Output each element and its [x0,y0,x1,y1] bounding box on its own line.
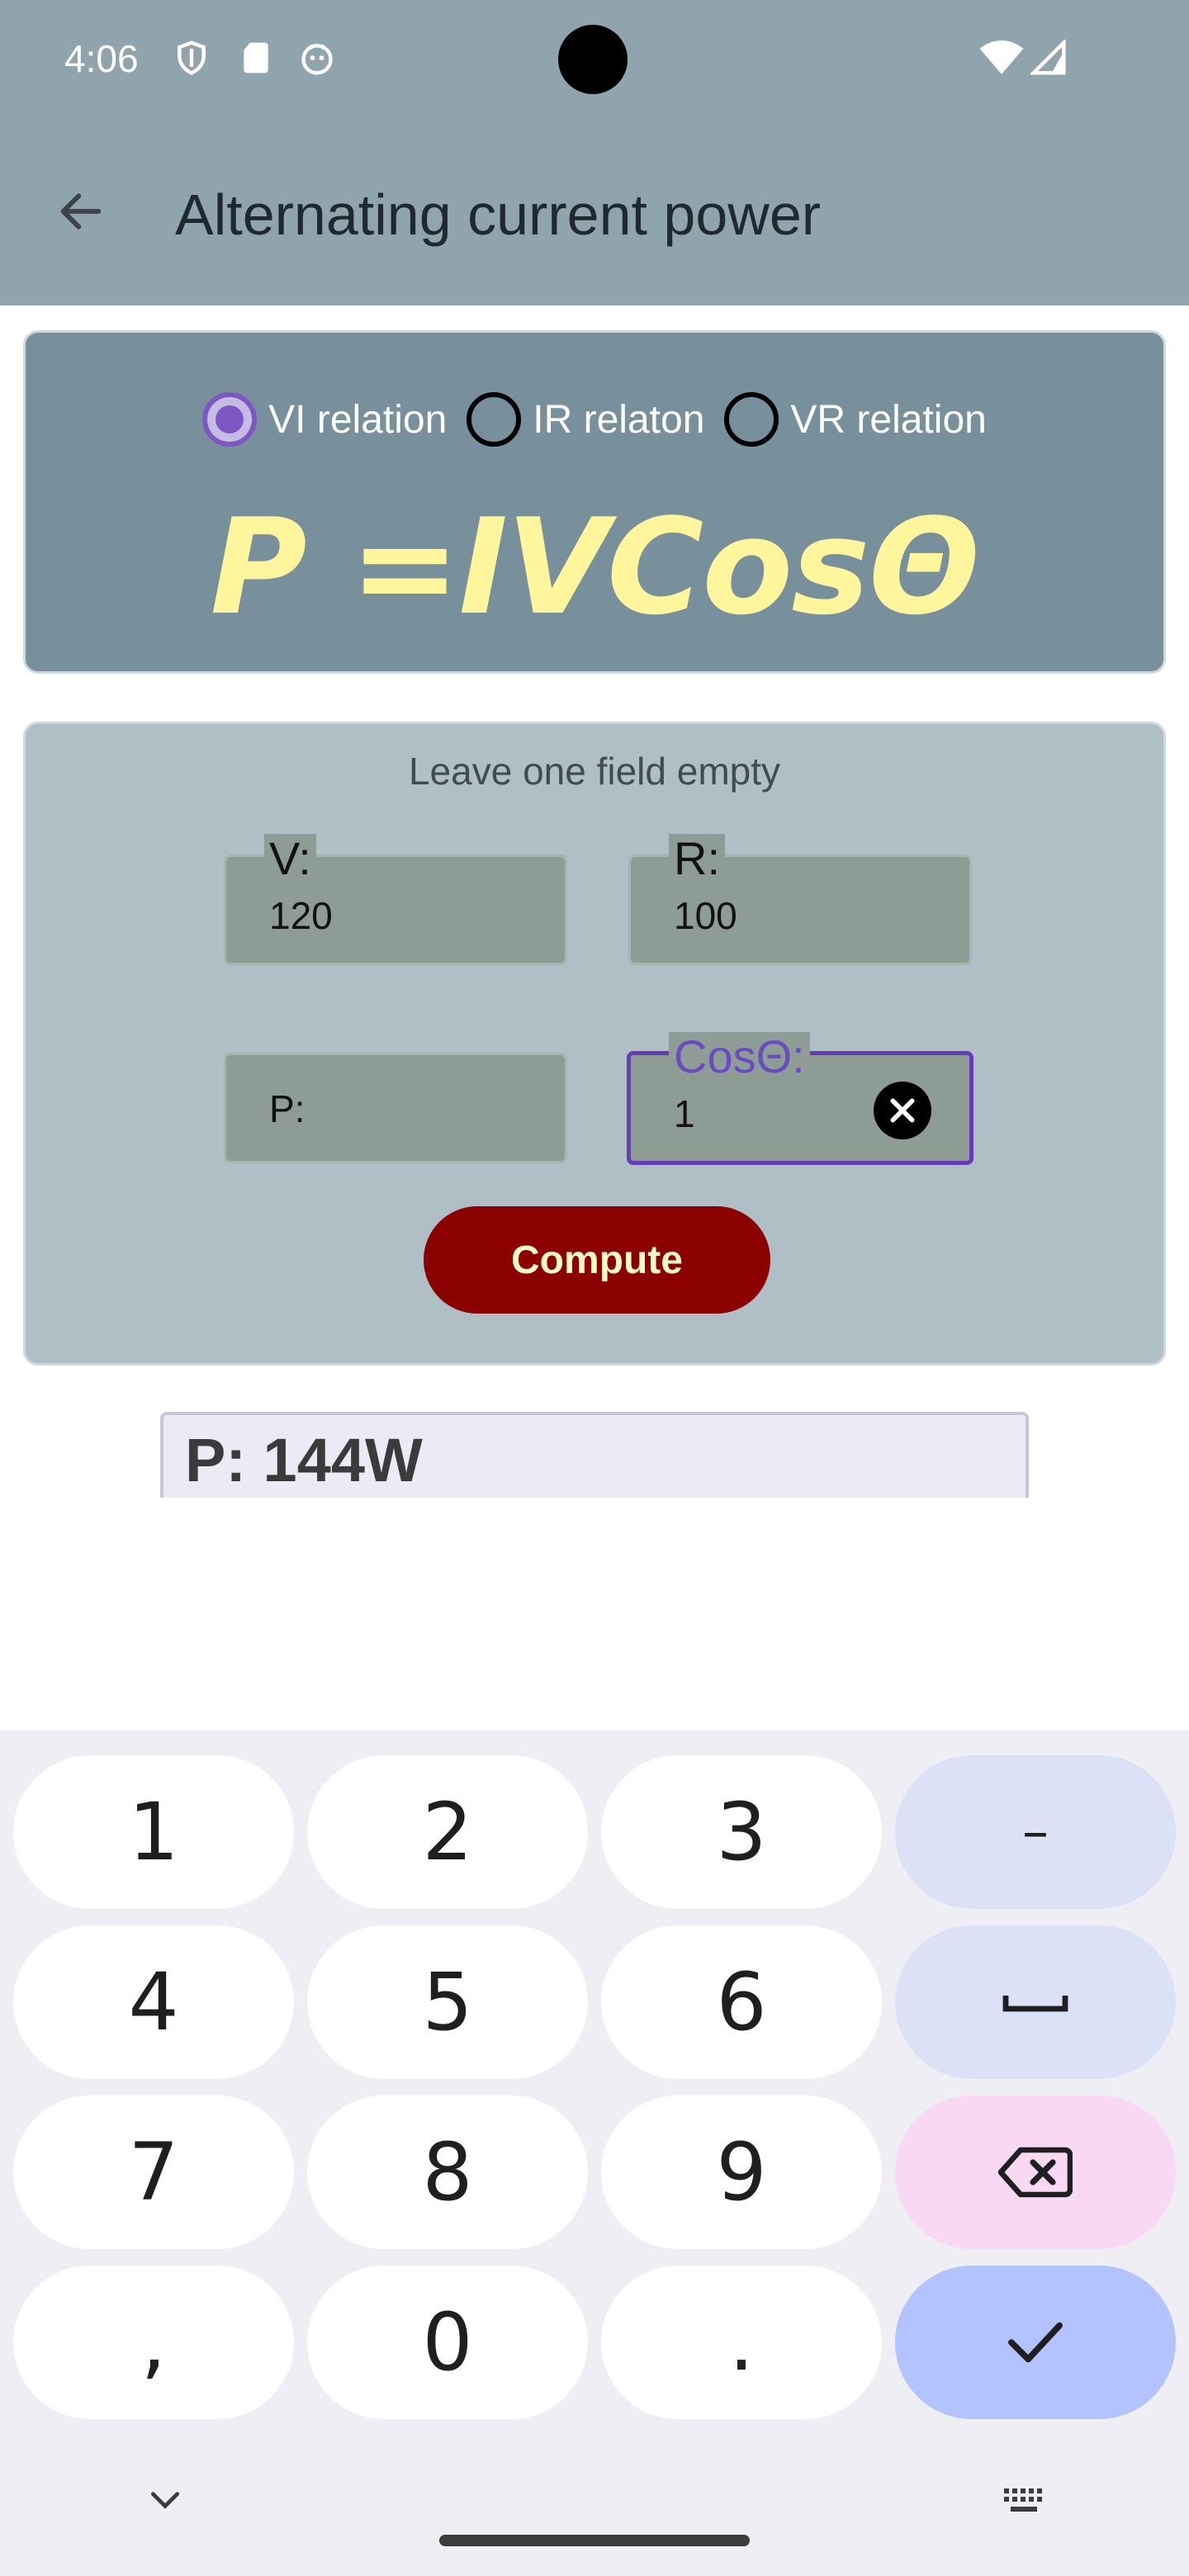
check-icon [1008,2322,1063,2363]
status-time: 4:06 [64,37,139,80]
backspace-icon [998,2147,1073,2198]
cos-theta-value: 1 [674,1092,695,1135]
radio-unselected-icon [467,392,522,447]
input-card: Leave one field empty V: 120 R: 100 P: C… [23,722,1166,1366]
relation-radio-group: VI relation IR relaton VR relation [26,392,1163,447]
page-title: Alternating current power [175,182,822,247]
back-button[interactable] [45,175,117,248]
compute-button[interactable]: Compute [424,1206,770,1314]
formula-display: P =IVCosΘ [210,490,981,644]
space-bar-icon [1002,1996,1068,2012]
key-backspace[interactable] [895,2095,1176,2249]
power-label: P: [269,1087,306,1130]
resistance-value: 100 [674,894,737,937]
voltage-field[interactable]: V: 120 [224,834,567,965]
close-icon [890,1098,915,1123]
key-8[interactable]: 8 [307,2095,588,2249]
shield-icon [173,40,210,76]
key-comma[interactable]: , [13,2266,294,2419]
radio-ir-relation[interactable]: IR relaton [467,392,704,447]
result-display: P: 144W [160,1412,1029,1498]
cos-theta-label: CosΘ: [669,1032,810,1082]
key-space[interactable] [895,1925,1176,2079]
resistance-field[interactable]: R: 100 [628,834,972,965]
voltage-label: V: [264,834,316,883]
key-1[interactable]: 1 [13,1755,294,1909]
radio-label: IR relaton [533,397,705,442]
power-field[interactable]: P: [224,1053,567,1163]
signal-icon [1029,38,1067,76]
camera-cutout [558,25,628,94]
key-9[interactable]: 9 [601,2095,882,2249]
formula-card: VI relation IR relaton VR relation P =IV… [23,330,1166,674]
sd-card-icon [238,40,274,76]
arrow-left-icon [60,193,102,230]
app-bar: 4:06 Alternating current power [0,0,1189,305]
key-2[interactable]: 2 [307,1755,588,1909]
radio-label: VR relation [790,397,987,442]
radio-selected-icon [202,392,258,447]
switch-keyboard-button[interactable] [999,2475,1049,2525]
radio-vi-relation[interactable]: VI relation [202,392,447,447]
key-7[interactable]: 7 [13,2095,294,2249]
instruction-text: Leave one field empty [408,750,781,793]
clear-field-button[interactable] [874,1082,931,1139]
keyboard-icon [1004,2488,1042,2512]
radio-label: VI relation [268,397,448,442]
key-5[interactable]: 5 [307,1925,588,2079]
robot-icon [299,40,335,76]
radio-vr-relation[interactable]: VR relation [724,392,987,447]
key-done[interactable] [895,2266,1176,2419]
home-indicator[interactable] [439,2535,750,2546]
key-6[interactable]: 6 [601,1925,882,2079]
numeric-keyboard: 1 2 3 – 4 5 6 7 8 9 , 0 . [0,1731,1189,2576]
result-text: P: 144W [185,1426,423,1494]
chevron-down-icon [150,2492,180,2509]
key-4[interactable]: 4 [13,1925,294,2079]
wifi-icon [979,40,1024,76]
key-minus[interactable]: – [895,1755,1176,1909]
radio-unselected-icon [724,392,779,447]
key-0[interactable]: 0 [307,2266,588,2419]
key-period[interactable]: . [601,2266,882,2419]
voltage-value: 120 [269,894,333,937]
resistance-label: R: [669,834,725,883]
cos-theta-field[interactable]: CosΘ: 1 [627,1032,973,1165]
key-3[interactable]: 3 [601,1755,882,1909]
hide-keyboard-button[interactable] [140,2475,190,2525]
